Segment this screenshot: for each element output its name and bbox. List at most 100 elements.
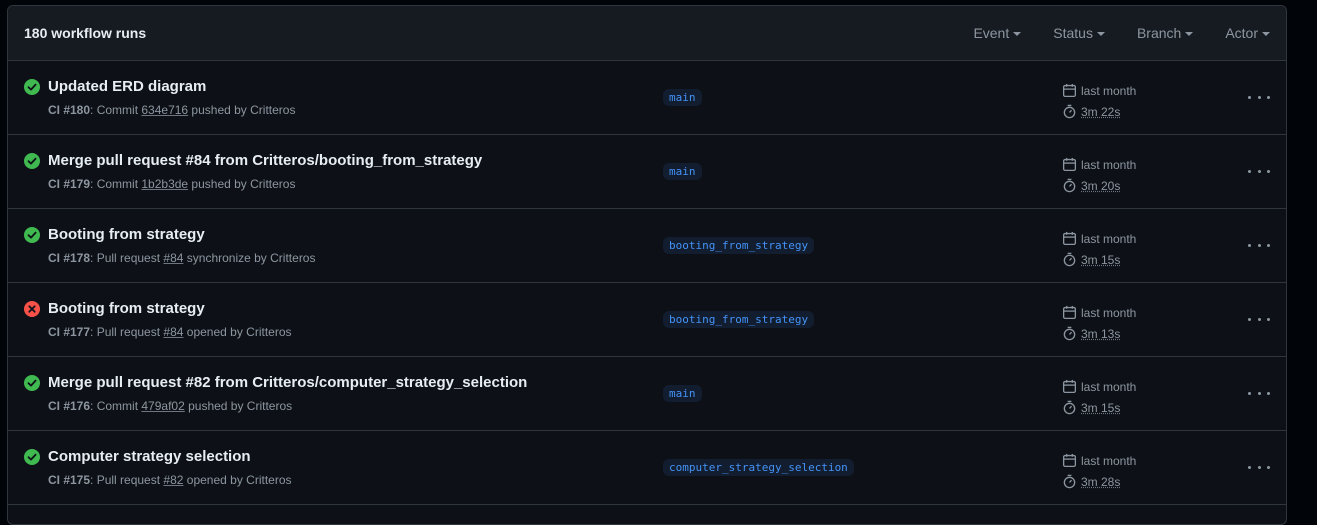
- run-meta: CI #175: Pull request #82 opened by Crit…: [48, 473, 292, 487]
- caret-down-icon: [1185, 32, 1194, 36]
- run-workflow-number: CI #178: [48, 251, 91, 265]
- caret-down-icon: [1013, 32, 1022, 36]
- run-title[interactable]: Computer strategy selection: [48, 448, 251, 465]
- check-circle-icon: [24, 375, 40, 391]
- run-duration: 3m 15s: [1081, 400, 1121, 415]
- branch-label[interactable]: main: [663, 385, 702, 402]
- run-title[interactable]: Booting from strategy: [48, 300, 205, 317]
- caret-down-icon: [1096, 32, 1105, 36]
- branch-label[interactable]: main: [663, 163, 702, 180]
- more-options-icon[interactable]: [1248, 162, 1270, 180]
- workflow-run-row[interactable]: Merge pull request #84 from Critteros/bo…: [8, 135, 1286, 209]
- workflow-run-row[interactable]: Updated ERD diagram CI #180: Commit 634e…: [8, 61, 1286, 135]
- check-circle-icon: [24, 449, 40, 465]
- workflow-run-row[interactable]: Booting from strategy CI #178: Pull requ…: [8, 209, 1286, 283]
- filter-bar: Event Status Branch Actor: [941, 25, 1270, 41]
- run-meta: CI #176: Commit 479af02 pushed by Critte…: [48, 399, 292, 413]
- workflow-run-row[interactable]: Merge pull request #82 from Critteros/co…: [8, 357, 1286, 431]
- run-meta: CI #177: Pull request #84 opened by Crit…: [48, 325, 292, 339]
- calendar-icon: [1062, 157, 1077, 172]
- calendar-icon: [1062, 379, 1077, 394]
- branch-filter[interactable]: Branch: [1136, 25, 1194, 41]
- run-timing: last month 3m 28s: [1062, 450, 1136, 492]
- more-options-icon[interactable]: [1248, 310, 1270, 328]
- more-options-icon[interactable]: [1248, 458, 1270, 476]
- run-timing: last month 3m 20s: [1062, 154, 1136, 196]
- run-actor-text: pushed by Critteros: [184, 399, 293, 413]
- run-workflow-number: CI #177: [48, 325, 91, 339]
- run-ref-link[interactable]: 634e716: [141, 103, 188, 117]
- branch-label[interactable]: computer_strategy_selection: [663, 459, 854, 476]
- runs-header: 180 workflow runs Event Status Branch Ac…: [8, 6, 1286, 61]
- calendar-icon: [1062, 231, 1077, 246]
- check-circle-icon: [24, 153, 40, 169]
- more-options-icon[interactable]: [1248, 384, 1270, 402]
- run-title[interactable]: Merge pull request #82 from Critteros/co…: [48, 374, 527, 391]
- run-ref-link[interactable]: 1b2b3de: [141, 177, 188, 191]
- run-meta: CI #178: Pull request #84 synchronize by…: [48, 251, 315, 265]
- branch-filter-label: Branch: [1136, 25, 1182, 41]
- event-filter-label: Event: [973, 25, 1010, 41]
- actor-filter[interactable]: Actor: [1225, 25, 1270, 41]
- x-circle-icon: [24, 301, 40, 317]
- run-event-text: : Pull request: [90, 251, 164, 265]
- run-ref-link[interactable]: #82: [163, 473, 183, 487]
- stopwatch-icon: [1063, 252, 1076, 267]
- run-ref-link[interactable]: #84: [163, 251, 183, 265]
- run-ref-link[interactable]: #84: [163, 325, 183, 339]
- run-actor-text: synchronize by Critteros: [183, 251, 316, 265]
- runs-count-title: 180 workflow runs: [24, 25, 147, 41]
- page-margin: [1287, 0, 1317, 505]
- run-title[interactable]: Booting from strategy: [48, 226, 205, 243]
- status-filter-label: Status: [1053, 25, 1093, 41]
- calendar-icon: [1062, 305, 1077, 320]
- run-workflow-number: CI #180: [48, 103, 91, 117]
- status-filter[interactable]: Status: [1053, 25, 1105, 41]
- run-meta: CI #180: Commit 634e716 pushed by Critte…: [48, 103, 295, 117]
- branch-label[interactable]: booting_from_strategy: [663, 237, 815, 254]
- branch-label[interactable]: main: [663, 89, 702, 106]
- run-duration: 3m 15s: [1081, 252, 1121, 267]
- run-duration: 3m 13s: [1081, 326, 1121, 341]
- stopwatch-icon: [1063, 400, 1076, 415]
- run-workflow-number: CI #175: [48, 473, 91, 487]
- run-event-text: : Commit: [90, 399, 142, 413]
- run-date: last month: [1081, 305, 1137, 320]
- run-timing: last month 3m 22s: [1062, 80, 1136, 122]
- more-options-icon[interactable]: [1248, 236, 1270, 254]
- check-circle-icon: [24, 227, 40, 243]
- run-workflow-number: CI #176: [48, 399, 91, 413]
- run-date: last month: [1081, 157, 1137, 172]
- run-event-text: : Commit: [90, 103, 142, 117]
- more-options-icon[interactable]: [1248, 88, 1270, 106]
- run-title[interactable]: Updated ERD diagram: [48, 78, 206, 95]
- branch-label[interactable]: booting_from_strategy: [663, 311, 815, 328]
- calendar-icon: [1062, 453, 1077, 468]
- run-timing: last month 3m 15s: [1062, 228, 1136, 270]
- run-date: last month: [1081, 83, 1137, 98]
- event-filter[interactable]: Event: [973, 25, 1022, 41]
- check-circle-icon: [24, 79, 40, 95]
- workflow-run-row[interactable]: Booting from strategy CI #177: Pull requ…: [8, 283, 1286, 357]
- actor-filter-label: Actor: [1225, 25, 1258, 41]
- run-duration: 3m 20s: [1081, 178, 1121, 193]
- stopwatch-icon: [1063, 178, 1076, 193]
- run-workflow-number: CI #179: [48, 177, 91, 191]
- run-event-text: : Commit: [90, 177, 142, 191]
- workflow-runs-panel: 180 workflow runs Event Status Branch Ac…: [7, 5, 1287, 525]
- stopwatch-icon: [1063, 474, 1076, 489]
- run-ref-link[interactable]: 479af02: [141, 399, 184, 413]
- run-date: last month: [1081, 453, 1137, 468]
- runs-list: Updated ERD diagram CI #180: Commit 634e…: [8, 61, 1286, 505]
- run-actor-text: pushed by Critteros: [188, 177, 296, 191]
- run-date: last month: [1081, 379, 1137, 394]
- run-event-text: : Pull request: [90, 325, 164, 339]
- run-event-text: : Pull request: [90, 473, 164, 487]
- run-date: last month: [1081, 231, 1137, 246]
- workflow-run-row[interactable]: Computer strategy selection CI #175: Pul…: [8, 431, 1286, 505]
- stopwatch-icon: [1063, 104, 1076, 119]
- run-meta: CI #179: Commit 1b2b3de pushed by Critte…: [48, 177, 295, 191]
- run-timing: last month 3m 13s: [1062, 302, 1136, 344]
- run-title[interactable]: Merge pull request #84 from Critteros/bo…: [48, 152, 482, 169]
- run-actor-text: opened by Critteros: [183, 473, 292, 487]
